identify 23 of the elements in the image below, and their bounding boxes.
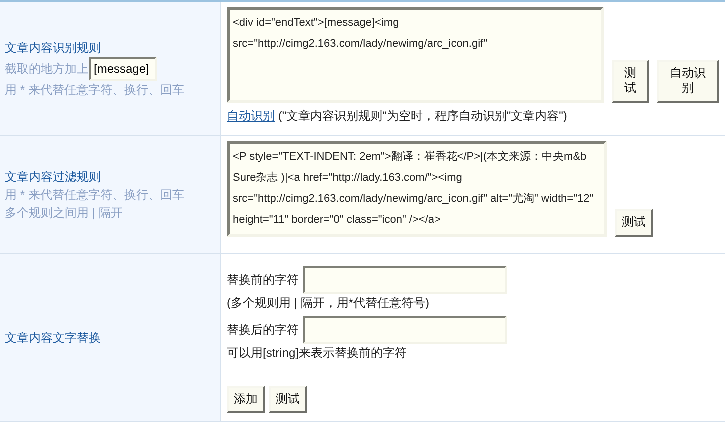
action-button[interactable]: 测试 (615, 209, 653, 237)
note-text: (多个规则用 | 隔开，用*代替任意符号) (227, 294, 430, 312)
hint-text: 截取的地方加上 (5, 60, 89, 78)
note-text: 可以用[string]来表示替换前的字符 (227, 344, 408, 362)
hint-text: 用 * 来代替任意字符、换行、回车 (5, 186, 186, 204)
hint-text: 多个规则之间用 | 隔开 (5, 204, 124, 222)
rule-textarea[interactable]: <div id="endText">[message]<img src="http://cimg2.163.com/lady/newimg/arc_icon.gif" (227, 7, 604, 103)
field-label: 替换前的字符 (227, 272, 299, 289)
text-field[interactable] (303, 266, 507, 294)
field-label: 文章内容识别规则 (5, 40, 102, 56)
action-button[interactable]: 添加 (227, 386, 265, 414)
note-text: ("文章内容识别规则"为空时，程序自动识别"文章内容") (278, 109, 568, 123)
action-button[interactable]: 测试 (612, 60, 650, 103)
field-label: 文章内容文字替换 (5, 330, 102, 346)
field-label: 替换后的字符 (227, 322, 299, 339)
hint-text: 用 * 来代替任意字符、换行、回车 (5, 82, 186, 98)
auto-detect-link[interactable]: 自动识别 (227, 109, 275, 123)
rule-textarea[interactable]: <P style="TEXT-INDENT: 2em">翻译：崔香花</P>|(本文来源：中央m&b Sure杂志 )|<a href="http://lady.163.com/"><img src="http://cimg2.163.com/lady/newimg/arc_icon.gif" alt="尤淘" width="12" height="11" border="0" class="icon" /></a> (227, 141, 607, 237)
message-field[interactable]: [message] (89, 56, 157, 80)
action-button[interactable]: 自动识别 (657, 60, 719, 103)
field-label: 文章内容过滤规则 (5, 168, 102, 186)
text-field[interactable] (303, 316, 507, 344)
action-button[interactable]: 测试 (269, 386, 307, 414)
